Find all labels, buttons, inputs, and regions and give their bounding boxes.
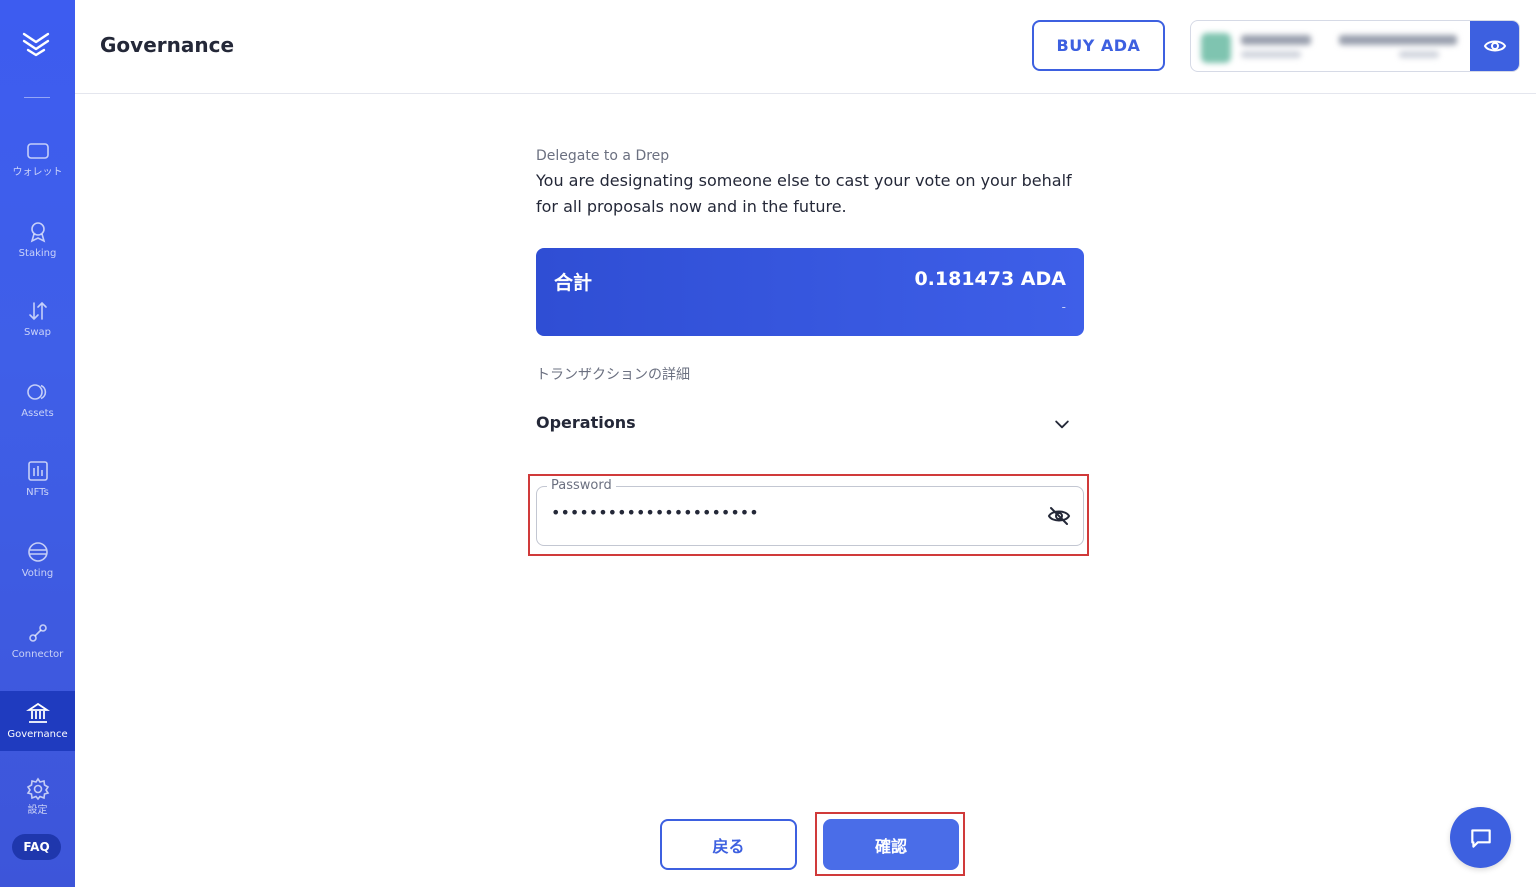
sidebar-item-wallet[interactable]: ウォレット <box>0 127 75 191</box>
sidebar-item-label: Swap <box>23 327 51 338</box>
staking-icon <box>30 222 45 243</box>
sidebar-item-connector[interactable]: Connector <box>0 609 75 673</box>
connector-icon <box>28 624 47 642</box>
sidebar-item-staking[interactable]: Staking <box>0 208 75 272</box>
sidebar-item-label: 設定 <box>27 805 48 816</box>
sidebar-item-label: NFTs <box>26 487 49 498</box>
faq-button[interactable]: FAQ <box>12 834 61 860</box>
sidebar-item-label: Governance <box>7 729 68 740</box>
wallet-icon <box>26 143 49 159</box>
governance-icon <box>25 702 50 723</box>
swap-icon <box>28 301 47 321</box>
total-card: 合計 0.181473 ADA - <box>536 248 1084 336</box>
sidebar-item-label: Connector <box>11 649 64 660</box>
sidebar-item-voting[interactable]: Voting <box>0 528 75 592</box>
sidebar-item-nfts[interactable]: NFTs <box>0 447 75 511</box>
password-label: Password <box>547 478 616 493</box>
voting-icon <box>27 542 48 562</box>
delegate-form: Delegate to a Drep You are designating s… <box>536 140 1084 432</box>
back-button[interactable]: 戻る <box>660 819 797 870</box>
sidebar-item-swap[interactable]: Swap <box>0 287 75 351</box>
eye-off-icon[interactable] <box>1047 504 1071 528</box>
sidebar-item-label: Staking <box>18 248 57 259</box>
sidebar-item-settings[interactable]: 設定 <box>0 768 75 826</box>
logo-chevrons-icon[interactable] <box>18 26 54 62</box>
operations-label: Operations <box>536 413 636 432</box>
chat-icon <box>1470 828 1491 848</box>
password-input[interactable]: •••••••••••••••••••••• <box>551 503 1031 522</box>
sidebar-divider <box>24 97 50 98</box>
sidebar-item-label: Assets <box>21 408 54 419</box>
confirm-button[interactable]: 確認 <box>823 819 959 870</box>
chat-button[interactable] <box>1450 807 1511 868</box>
password-field[interactable]: Password •••••••••••••••••••••• <box>536 478 1084 546</box>
sidebar-item-assets[interactable]: Assets <box>0 368 75 432</box>
page-title: Governance <box>100 33 235 57</box>
operations-accordion[interactable]: Operations <box>536 410 1076 438</box>
buy-ada-button[interactable]: BUY ADA <box>1032 20 1165 71</box>
sidebar-item-label: Voting <box>21 568 54 579</box>
sidebar: ウォレット Staking Swap Assets NFTs Voting Co… <box>0 0 75 887</box>
wallet-avatar <box>1201 33 1231 63</box>
toggle-balance-visibility-button[interactable] <box>1470 21 1519 71</box>
section-label: Delegate to a Drep <box>536 148 670 164</box>
header: Governance BUY ADA <box>75 0 1536 94</box>
sidebar-item-governance[interactable]: Governance <box>0 691 75 751</box>
total-label: 合計 <box>554 272 593 294</box>
delegate-description: You are designating someone else to cast… <box>536 171 1072 216</box>
nfts-icon <box>27 461 48 481</box>
total-fiat-value: - <box>1061 300 1066 314</box>
wallet-selector[interactable] <box>1190 20 1520 72</box>
wallet-info-blurred <box>1199 29 1467 65</box>
tx-details-label: トランザクションの詳細 <box>536 367 690 383</box>
chevron-down-icon[interactable] <box>1052 414 1072 434</box>
settings-icon <box>26 777 49 801</box>
sidebar-item-label: ウォレット <box>12 167 63 178</box>
total-value: 0.181473 ADA <box>914 268 1066 290</box>
eye-icon <box>1483 40 1506 52</box>
assets-icon <box>26 384 46 400</box>
